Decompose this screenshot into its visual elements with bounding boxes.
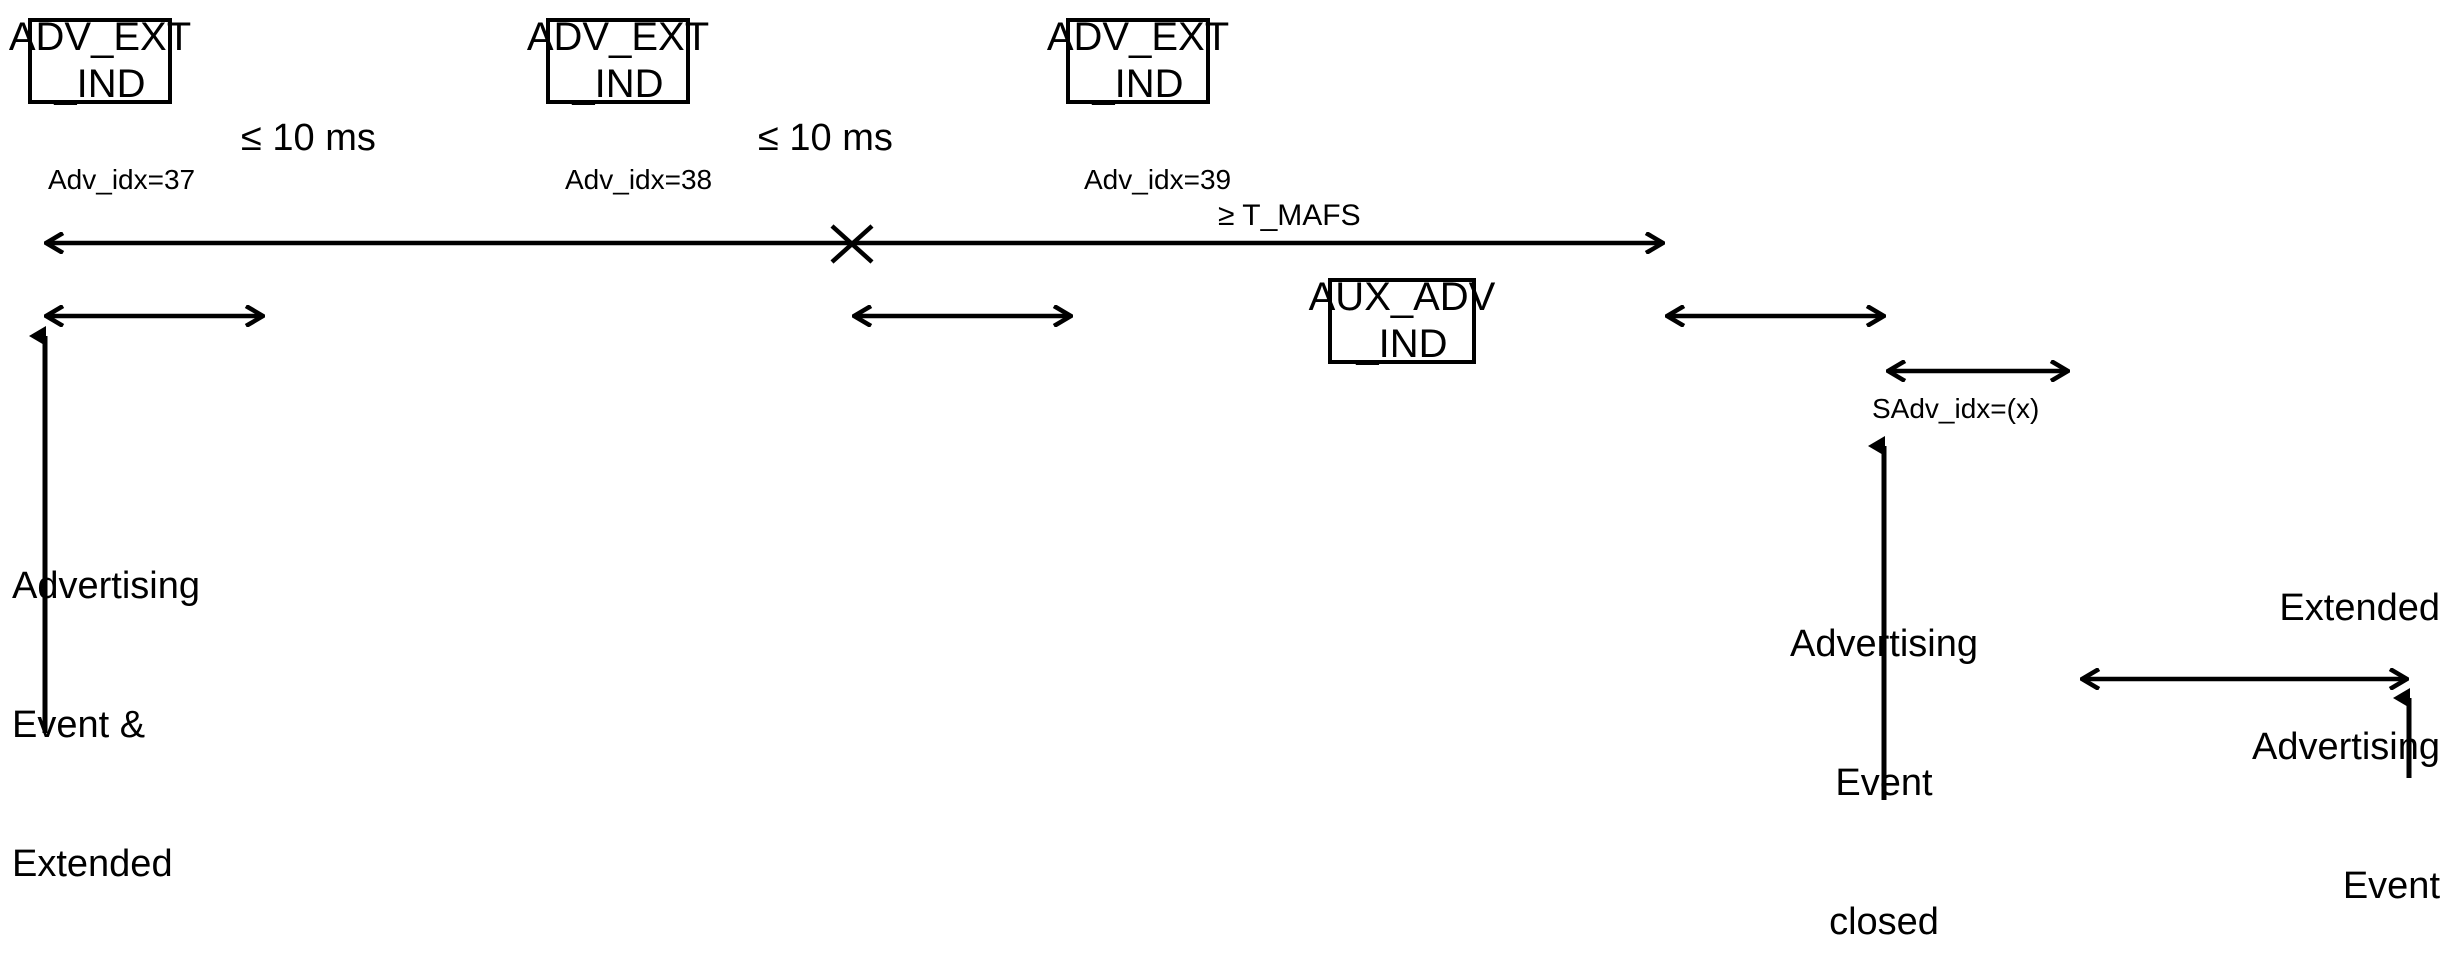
t-mafs-label: ≥ T_MAFS [1218, 199, 1361, 232]
pdu-label-line2: _IND [572, 62, 664, 106]
caption-event-started: Advertising Event & Extended Advertising… [12, 470, 312, 970]
pdu-label-line1: ADV_EXT [526, 14, 710, 59]
caption-line: closed [1829, 900, 1939, 943]
pdu-box-adv-ext-ind-3: ADV_EXT _IND [1047, 15, 1229, 106]
sadv-idx-label: SAdv_idx=(x) [1872, 393, 2040, 424]
pdu-label-line1: ADV_EXT [1046, 14, 1230, 59]
caption-line: Extended [2279, 586, 2440, 629]
adv-idx-39-label: Adv_idx=39 [1084, 164, 1232, 195]
pdu-label-line1: ADV_EXT [8, 14, 192, 59]
pdu-box-adv-ext-ind-2: ADV_EXT _IND [527, 15, 709, 106]
caption-advertising-event-closed: Advertising Event closed [1734, 528, 2034, 970]
timing-diagram: ADV_EXT _IND ADV_EXT _IND ADV_EXT _IND A… [0, 0, 2450, 970]
adv-idx-37-label: Adv_idx=37 [48, 164, 196, 195]
caption-line: Advertising [12, 564, 200, 607]
adv-idx-38-label: Adv_idx=38 [565, 164, 713, 195]
caption-line: Event [2342, 864, 2440, 907]
pdu-label-line2: _IND [1356, 322, 1448, 366]
pdu-label-line2: _IND [54, 62, 146, 106]
caption-line: Extended [12, 842, 173, 885]
interval-label-2: ≤ 10 ms [758, 117, 893, 159]
pdu-label-line2: _IND [1092, 62, 1184, 106]
caption-line: Advertising [1790, 622, 1978, 665]
interval-label-1: ≤ 10 ms [241, 117, 376, 159]
caption-line: Event & [12, 703, 146, 746]
caption-line: Advertising [2252, 725, 2440, 768]
pdu-box-adv-ext-ind-1: ADV_EXT _IND [9, 15, 191, 106]
pdu-box-aux-adv-ind: AUX_ADV _IND [1309, 275, 1496, 366]
caption-line: Event [1835, 761, 1933, 804]
caption-extended-advertising-event-closed: Extended Advertising Event closed [2134, 492, 2440, 970]
pdu-label-line1: AUX_ADV [1308, 274, 1496, 319]
